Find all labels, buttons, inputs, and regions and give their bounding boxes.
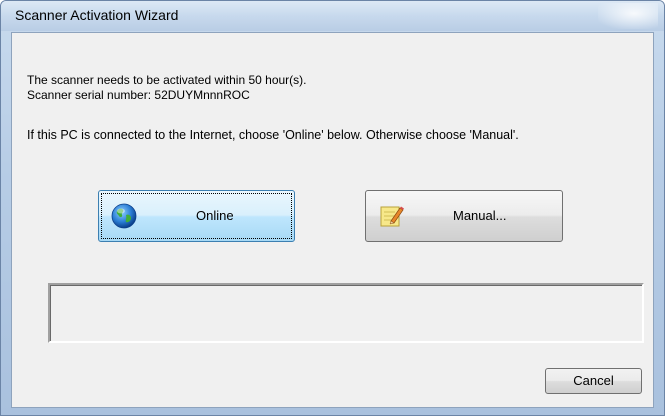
status-text-box (48, 283, 644, 343)
serial-number-text: Scanner serial number: 52DUYMnnnROC (27, 88, 250, 102)
title-bar[interactable]: Scanner Activation Wizard (1, 1, 664, 31)
window-title: Scanner Activation Wizard (15, 7, 179, 23)
dialog-client-area: The scanner needs to be activated within… (11, 32, 654, 408)
instruction-text: If this PC is connected to the Internet,… (27, 128, 519, 142)
title-bar-glare (598, 3, 658, 29)
globe-icon (111, 203, 137, 229)
notepad-pencil-icon (380, 206, 404, 227)
manual-button-label: Manual... (453, 208, 507, 223)
dialog-window: Scanner Activation Wizard The scanner ne… (0, 0, 665, 416)
manual-button[interactable]: Manual... (365, 190, 563, 242)
activation-deadline-text: The scanner needs to be activated within… (27, 73, 307, 87)
online-button[interactable]: Online (98, 190, 295, 242)
cancel-button[interactable]: Cancel (545, 368, 642, 394)
online-button-label: Online (196, 208, 234, 223)
